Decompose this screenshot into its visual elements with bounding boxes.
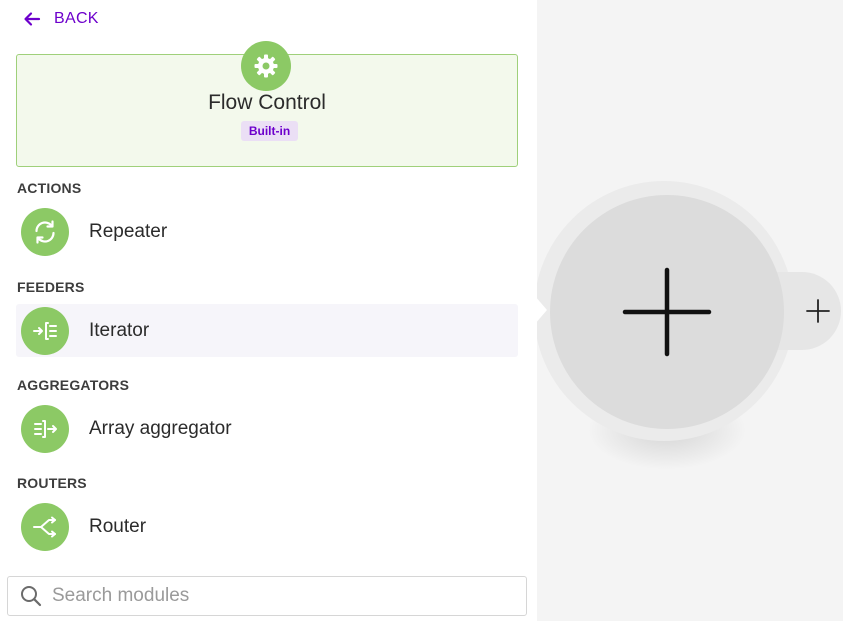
connector-notch (537, 296, 547, 324)
back-button[interactable]: BACK (22, 7, 99, 31)
module-label: Router (89, 515, 147, 537)
back-label: BACK (54, 10, 99, 27)
module-item-router[interactable]: Router (16, 500, 518, 553)
plus-icon (622, 267, 712, 357)
section-heading-actions: ACTIONS (17, 180, 82, 196)
module-picker-panel: BACK Flow Control Built-in ACTIONS Repea… (0, 0, 537, 621)
section-heading-aggregators: AGGREGATORS (17, 377, 130, 393)
section-heading-routers: ROUTERS (17, 475, 87, 491)
app-icon (241, 41, 291, 91)
module-icon (21, 502, 69, 551)
search-box (7, 576, 527, 616)
scenario-canvas[interactable] (537, 0, 843, 621)
arrow-left-icon (24, 12, 41, 26)
gear-icon (254, 54, 278, 78)
empty-module-node[interactable] (550, 195, 784, 429)
app-title: Flow Control (208, 91, 326, 114)
router-icon (33, 516, 56, 537)
search-input[interactable] (52, 585, 492, 607)
module-item-repeater[interactable]: Repeater (16, 205, 518, 258)
module-icon (21, 306, 69, 355)
iterator-icon (33, 321, 57, 340)
module-icon (21, 207, 69, 256)
module-label: Iterator (89, 319, 150, 341)
module-label: Array aggregator (89, 417, 232, 439)
section-heading-feeders: FEEDERS (17, 279, 85, 295)
aggregator-icon (34, 419, 57, 438)
built-in-badge: Built-in (241, 121, 298, 141)
module-icon (21, 404, 69, 453)
repeat-icon (35, 219, 55, 244)
module-label: Repeater (89, 220, 168, 242)
plus-icon (806, 299, 830, 323)
module-item-iterator[interactable]: Iterator (16, 304, 518, 357)
search-icon (21, 586, 42, 607)
module-item-array-aggregator[interactable]: Array aggregator (16, 402, 518, 455)
